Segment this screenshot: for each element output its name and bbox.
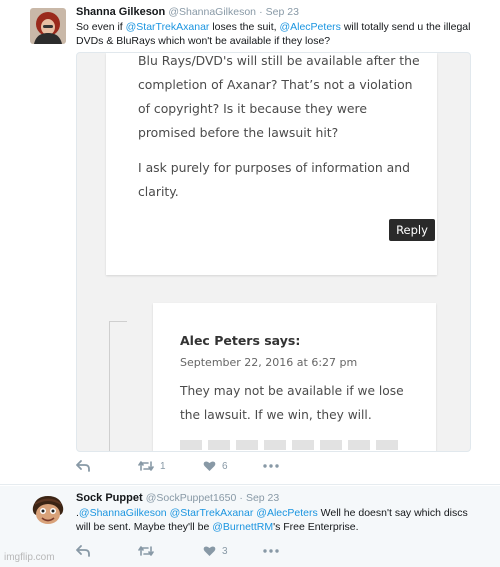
cut-off-text: [180, 440, 400, 450]
comment-body: They may not be available if we lose the…: [180, 379, 420, 427]
reply-button[interactable]: Reply: [389, 219, 435, 241]
watermark: imgflip.com: [4, 552, 55, 563]
blog-comment: Blu Rays/DVD's will still be available a…: [106, 53, 437, 275]
display-name[interactable]: Shanna Gilkeson: [76, 6, 165, 18]
comment-line: promised before the lawsuit hit?: [138, 125, 339, 140]
like-action[interactable]: 6: [203, 458, 228, 474]
tweet-text: .@ShannaGilkeson @StarTrekAxanar @AlecPe…: [76, 506, 471, 534]
reply-action[interactable]: [76, 458, 90, 474]
user-handle[interactable]: @ShannaGilkeson: [168, 6, 256, 18]
text-segment: So even if: [76, 21, 126, 33]
comment-author: Alec Peters says:: [180, 333, 301, 348]
mention-link[interactable]: @StarTrekAxanar: [170, 507, 254, 519]
like-count: 3: [222, 545, 228, 557]
comment-line: Blu Rays/DVD's will still be available a…: [138, 53, 420, 68]
tweet-date[interactable]: Sep 23: [266, 6, 299, 18]
retweet-action[interactable]: 1: [138, 458, 166, 474]
text-segment: 's Free Enterprise.: [273, 521, 359, 533]
retweet-icon: [138, 546, 154, 556]
separator-dot: ·: [239, 492, 243, 504]
mention-link[interactable]: @AlecPeters: [279, 21, 340, 33]
comment-line: the lawsuit. If we win, they will.: [180, 408, 372, 422]
thread-connector: [109, 321, 127, 451]
tweet-sockpuppet[interactable]: Sock Puppet @SockPuppet1650 · Sep 23 .@S…: [0, 486, 500, 567]
heart-icon: [203, 546, 216, 556]
retweet-icon: [138, 461, 154, 471]
avatar[interactable]: [30, 8, 66, 44]
blog-reply-comment: Alec Peters says: September 22, 2016 at …: [153, 303, 436, 451]
more-action[interactable]: [263, 458, 279, 474]
retweet-count: 1: [160, 460, 166, 472]
tweet-shanna[interactable]: Shanna Gilkeson @ShannaGilkeson · Sep 23…: [0, 0, 500, 485]
retweet-action[interactable]: [138, 543, 160, 559]
mention-link[interactable]: @ShannaGilkeson: [79, 507, 167, 519]
like-action[interactable]: 3: [203, 543, 228, 559]
tweet-header: Shanna Gilkeson @ShannaGilkeson · Sep 23: [76, 6, 299, 18]
more-icon: [263, 464, 279, 468]
text-segment: loses the suit,: [209, 21, 280, 33]
user-handle[interactable]: @SockPuppet1650: [146, 492, 237, 504]
display-name[interactable]: Sock Puppet: [76, 492, 143, 504]
reply-icon: [76, 545, 90, 557]
avatar[interactable]: [30, 493, 66, 529]
comment-body: Blu Rays/DVD's will still be available a…: [138, 53, 423, 215]
separator-dot: ·: [259, 6, 263, 18]
mention-link[interactable]: @StarTrekAxanar: [126, 21, 210, 33]
tweet-header: Sock Puppet @SockPuppet1650 · Sep 23: [76, 492, 279, 504]
comment-line: completion of Axanar? That’s not a viola…: [138, 77, 413, 92]
attached-image-card[interactable]: Blu Rays/DVD's will still be available a…: [76, 52, 471, 452]
comment-date: September 22, 2016 at 6:27 pm: [180, 356, 358, 369]
comment-line: I ask purely for purposes of information…: [138, 160, 410, 175]
avatar-shanna-image: [30, 8, 66, 44]
comment-line: They may not be available if we lose: [180, 384, 404, 398]
tweet-text: So even if @StarTrekAxanar loses the sui…: [76, 20, 476, 48]
reply-action[interactable]: [76, 543, 90, 559]
mention-link[interactable]: @BurnettRM: [212, 521, 273, 533]
comment-line: of copyright? Is it because they were: [138, 101, 367, 116]
mention-link[interactable]: @AlecPeters: [256, 507, 317, 519]
heart-icon: [203, 461, 216, 471]
comment-line: clarity.: [138, 184, 179, 199]
more-action[interactable]: [263, 543, 279, 559]
like-count: 6: [222, 460, 228, 472]
avatar-sockpuppet-image: [30, 493, 66, 529]
tweet-date[interactable]: Sep 23: [246, 492, 279, 504]
reply-icon: [76, 460, 90, 472]
more-icon: [263, 549, 279, 553]
